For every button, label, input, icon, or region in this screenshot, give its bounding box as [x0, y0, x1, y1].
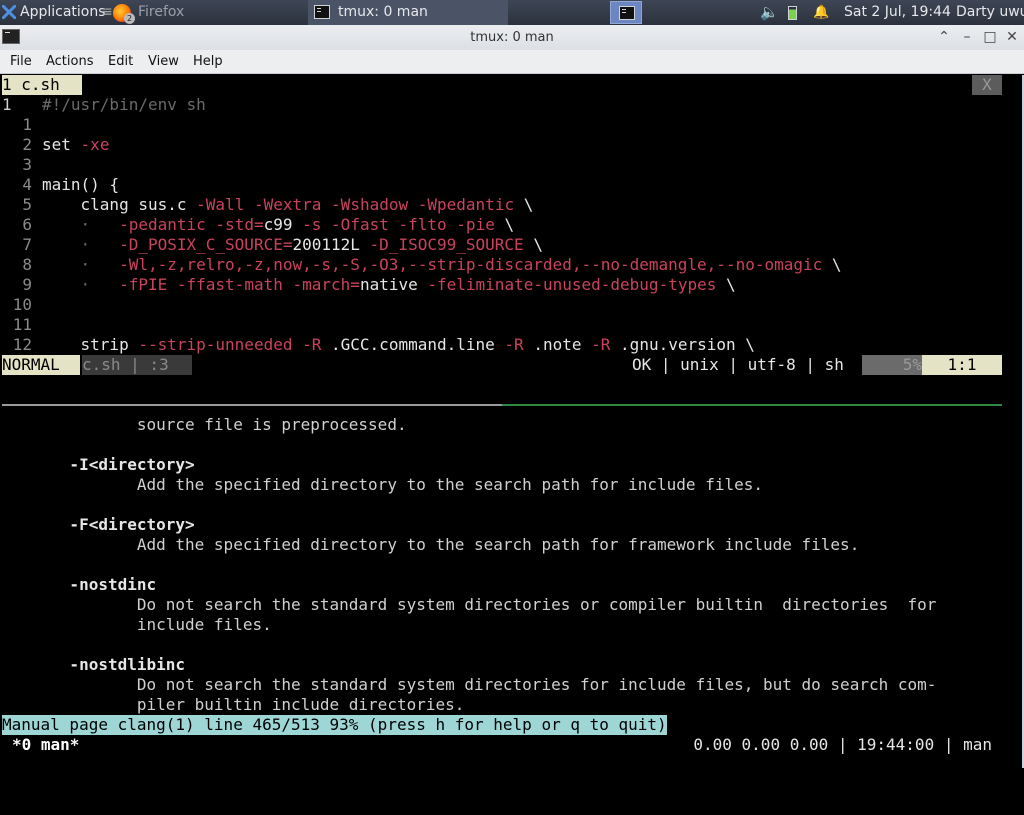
- taskbar-tmux[interactable]: tmux: 0 man: [308, 0, 508, 25]
- man-line: piler builtin include directories.: [2, 695, 465, 714]
- workspace-terminal-button[interactable]: [610, 1, 642, 24]
- vim-line-text: set -xe: [42, 135, 110, 154]
- vim-line-number: 9: [22, 275, 32, 294]
- menu-view[interactable]: View: [148, 50, 179, 73]
- vim-line-text: · -pedantic -std=c99 -s -Ofast -flto -pi…: [80, 215, 515, 234]
- vim-scroll-percent: 5%: [862, 355, 922, 375]
- man-line: source file is preprocessed.: [2, 415, 407, 434]
- notification-bell-icon[interactable]: 🔔: [813, 0, 829, 25]
- terminal-area[interactable]: 1 c.sh X 1 #!/usr/bin/env sh 1 2 set -xe 3 4 ma…: [2, 75, 1022, 765]
- terminal-icon: [314, 5, 330, 19]
- vim-line-text: clang sus.c -Wall -Wextra -Wshadow -Wped…: [80, 195, 534, 214]
- vim-line-text: · -Wl,-z,relro,-z,now,-s,-S,-O3,--strip-…: [80, 255, 842, 274]
- tmux-status-bar: *0 man* 0.00 0.00 0.00 | 19:44:00 | man: [2, 735, 1022, 755]
- vim-line-text: main() {: [42, 175, 120, 194]
- window-titlebar[interactable]: tmux: 0 man ⌃ – □ ✕: [0, 25, 1024, 51]
- vim-statusline: NORMAL c.sh | :3 OK | unix | utf-8 | sh …: [2, 355, 1002, 375]
- tmux-window-tab[interactable]: *0 man*: [12, 735, 79, 755]
- close-button[interactable]: ✕: [1001, 25, 1023, 50]
- man-line: -nostdlibinc: [2, 655, 186, 674]
- vim-line-number: 1: [22, 115, 32, 134]
- vim-line-text: · -D_POSIX_C_SOURCE=200112L -D_ISOC99_SO…: [80, 235, 543, 254]
- menubar: File Actions Edit View Help: [0, 50, 1024, 74]
- menu-help[interactable]: Help: [193, 50, 223, 73]
- menu-actions[interactable]: Actions: [46, 50, 94, 73]
- firefox-window-count-badge: 2: [124, 13, 135, 24]
- vim-file-indicator: c.sh | :3: [82, 355, 192, 375]
- man-line: Add the specified directory to the searc…: [2, 475, 763, 494]
- top-panel: Applications ≡ 2 Firefox tmux: 0 man 🔈 🔔…: [0, 0, 1024, 25]
- vim-tabline: 1 c.sh X: [2, 75, 1002, 95]
- maximize-button[interactable]: □: [979, 25, 1001, 50]
- vim-line-number: 8: [22, 255, 32, 274]
- vim-line-number: 6: [22, 215, 32, 234]
- vim-tab-close-button[interactable]: X: [972, 75, 1002, 95]
- shade-button[interactable]: ⌃: [933, 25, 955, 50]
- vim-line-number: 5: [22, 195, 32, 214]
- volume-icon[interactable]: 🔈: [760, 0, 779, 25]
- tmux-pane-divider[interactable]: [2, 404, 1002, 406]
- applications-separator-icon: ≡: [101, 4, 113, 20]
- man-line: Do not search the standard system direct…: [2, 595, 937, 614]
- taskbar-tmux-label: tmux: 0 man: [338, 4, 428, 20]
- vim-line-number: 4: [22, 175, 32, 194]
- vim-cursor-position: 1:1: [922, 355, 1002, 375]
- window-title: tmux: 0 man: [470, 30, 554, 45]
- taskbar-firefox-label[interactable]: Firefox: [138, 0, 184, 25]
- man-status-line: Manual page clang(1) line 465/513 93% (p…: [2, 715, 667, 735]
- vim-file-info: OK | unix | utf-8 | sh: [632, 355, 844, 374]
- vim-line-number: 7: [22, 235, 32, 254]
- clock[interactable]: Sat 2 Jul, 19:44: [844, 0, 951, 25]
- vim-mode-indicator: NORMAL: [2, 355, 80, 375]
- vim-line-text: strip --strip-unneeded -R .GCC.command.l…: [80, 335, 755, 354]
- tmux-status-right: 0.00 0.00 0.00 | 19:44:00 | man: [693, 735, 992, 754]
- battery-icon[interactable]: [788, 6, 797, 20]
- applications-menu[interactable]: Applications: [20, 0, 106, 25]
- man-line: -I<directory>: [2, 455, 195, 474]
- vim-tab-csh[interactable]: 1 c.sh: [2, 75, 82, 95]
- minimize-button[interactable]: –: [956, 25, 978, 50]
- man-line: -nostdinc: [2, 575, 157, 594]
- man-line: -F<directory>: [2, 515, 195, 534]
- vim-line-number: 3: [22, 155, 32, 174]
- vim-line-number: 2: [22, 135, 32, 154]
- vim-line-text: #!/usr/bin/env sh: [42, 95, 206, 114]
- vim-line-number: 12: [12, 335, 32, 354]
- menu-file[interactable]: File: [10, 50, 32, 73]
- vim-line-text: · -fPIE -ffast-math -march=native -felim…: [80, 275, 736, 294]
- user-menu[interactable]: Darty uwu: [956, 0, 1024, 25]
- vim-line-number: 11: [12, 315, 32, 334]
- menu-edit[interactable]: Edit: [108, 50, 133, 73]
- man-line: Do not search the standard system direct…: [2, 675, 937, 694]
- man-line: Add the specified directory to the searc…: [2, 535, 860, 554]
- man-line: include files.: [2, 615, 272, 634]
- terminal-icon: [619, 6, 635, 20]
- applications-icon[interactable]: [2, 5, 16, 19]
- vim-line-number: 10: [12, 295, 32, 314]
- vim-line-number: 1: [2, 95, 12, 114]
